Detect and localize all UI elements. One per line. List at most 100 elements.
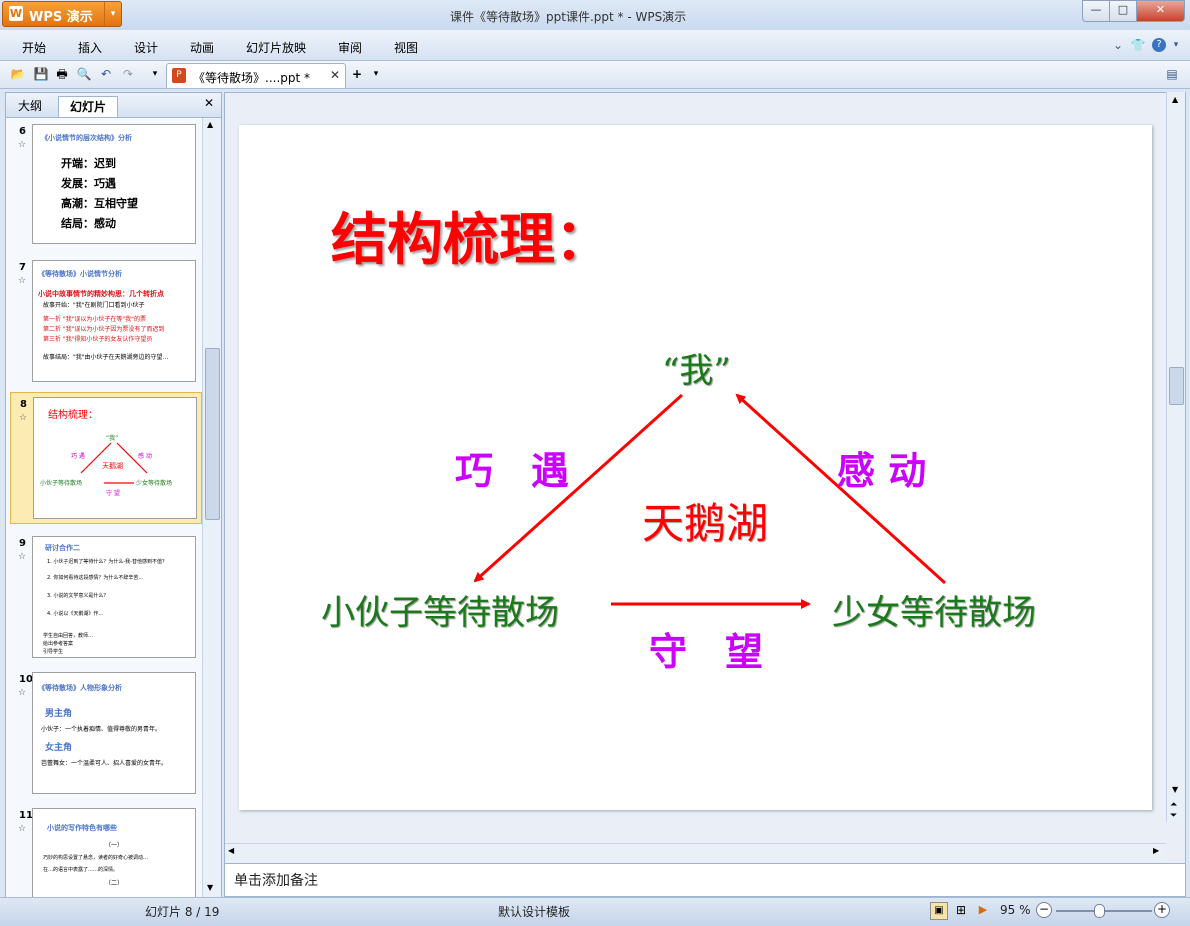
menu-view[interactable]: 视图: [394, 39, 418, 56]
menu-slideshow[interactable]: 幻灯片放映: [246, 39, 306, 56]
zoom-slider-thumb[interactable]: [1094, 904, 1105, 918]
document-tab[interactable]: P 《等待散场》....ppt * ✕: [166, 63, 346, 88]
thumbnail-preview: 结构梳理： “我” 巧 遇 感 动 天鹅湖 小伙子等待散场 少女等待散场 守 望: [33, 397, 197, 519]
skin-icon[interactable]: 👕: [1130, 37, 1146, 53]
slide-thumbnail[interactable]: 9 ☆ 研讨合作二 1. 小伙子迟到了等待什么？为什么-我-替他感到不值？ 2.…: [6, 532, 202, 658]
edge-label-encounter[interactable]: 巧 遇: [455, 440, 569, 495]
slide-thumbnail-selected[interactable]: 8 ☆ 结构梳理： “我” 巧 遇 感 动 天鹅湖 小伙子等待散场 少女等待散场…: [10, 392, 202, 524]
slide-vertical-scrollbar[interactable]: ▲ ▼ ⏶ ⏷: [1166, 92, 1185, 822]
center-label-swan-lake[interactable]: 天鹅湖: [642, 490, 768, 551]
notes-pane[interactable]: 单击添加备注: [224, 863, 1186, 897]
menu-design[interactable]: 设计: [134, 39, 158, 56]
slide-horizontal-scrollbar[interactable]: ◀ ▶: [225, 843, 1166, 861]
slide-thumbnail[interactable]: 10 ☆ 《等待散场》人物形象分析 男主角 小伙子：一个执着痴情、值得尊敬的男青…: [6, 668, 202, 794]
thumb-line: 故事结局："我"由小伙子在天鹅湖旁边的守望…: [43, 354, 169, 361]
star-icon: ☆: [18, 552, 27, 562]
minimize-button[interactable]: —: [1082, 0, 1110, 22]
close-icon[interactable]: ✕: [330, 68, 340, 82]
thumb-line: 第二折 "我"误以为小伙子因为票没有了而迟到: [43, 326, 165, 333]
thumb-line: 小说中故事情节的精妙构思：几个转折点: [38, 290, 164, 298]
star-icon: ☆: [18, 688, 27, 698]
menu-insert[interactable]: 插入: [78, 39, 102, 56]
thumb-line: 巧妙的构思设置了悬念，读者的好奇心被调动…: [43, 855, 149, 861]
open-folder-icon[interactable]: 📂: [10, 66, 26, 82]
slide-panel: 大纲 幻灯片 ✕ 6 ☆ 《小说情节的层次结构》分析 开端：迟到 发展：巧遇 高…: [5, 92, 222, 899]
zoom-in-icon[interactable]: +: [1154, 902, 1170, 918]
star-icon: ☆: [18, 276, 27, 286]
chevron-down-icon[interactable]: ▾: [147, 66, 163, 82]
notes-placeholder: 单击添加备注: [234, 873, 318, 889]
print-preview-icon[interactable]: 🔍: [76, 66, 92, 82]
node-young-woman[interactable]: 少女等待散场: [832, 585, 1036, 634]
thumb-title: 《等待散场》小说情节分析: [38, 270, 122, 278]
menu-review[interactable]: 审阅: [338, 39, 362, 56]
print-icon[interactable]: 🖶: [54, 66, 70, 82]
title-bar: W WPS 演示 ▾ 课件《等待散场》ppt课件.ppt * - WPS演示 —…: [0, 0, 1190, 30]
chevron-down-icon[interactable]: ⌄: [1110, 37, 1126, 53]
thumb-title: 《小说情节的层次结构》分析: [41, 134, 132, 142]
app-name: WPS 演示: [29, 10, 93, 25]
edge-label-moved[interactable]: 感 动: [837, 440, 926, 495]
svg-text:小伙子等待散场: 小伙子等待散场: [40, 479, 82, 487]
node-me[interactable]: “我”: [662, 343, 731, 392]
slide-thumbnail[interactable]: 6 ☆ 《小说情节的层次结构》分析 开端：迟到 发展：巧遇 高潮：互相守望 结局…: [6, 120, 202, 244]
chevron-down-icon[interactable]: ▾: [1168, 37, 1184, 53]
thumb-line: 第三折 "我"得知小伙子的女友认作守望员: [43, 336, 153, 343]
undo-icon[interactable]: ↶: [98, 66, 114, 82]
document-tab-name: 《等待散场》....ppt *: [193, 71, 311, 85]
help-icon[interactable]: ?: [1152, 38, 1166, 52]
scroll-right-icon[interactable]: ▶: [1153, 846, 1159, 855]
scroll-down-icon[interactable]: ▼: [207, 883, 213, 892]
slide-number: 6: [19, 126, 26, 137]
thumb-line: 女主角: [45, 743, 73, 753]
svg-text:天鹅湖: 天鹅湖: [102, 461, 123, 470]
wps-logo-icon: W: [9, 6, 23, 21]
thumbnail-scrollbar[interactable]: ▲ ▼: [202, 118, 221, 897]
zoom-out-icon[interactable]: −: [1036, 902, 1052, 918]
thumbnail-preview: 研讨合作二 1. 小伙子迟到了等待什么？为什么-我-替他感到不值？ 2. 你如何…: [32, 536, 196, 658]
slide-canvas[interactable]: 结构梳理： “我” 巧 遇 感 动 天鹅湖 小伙子等待散场 少女等待散场 守 望: [239, 125, 1152, 810]
scroll-down-icon[interactable]: ▼: [1172, 785, 1178, 794]
normal-view-icon[interactable]: ▣: [930, 902, 948, 920]
relationship-arrows: [473, 393, 947, 609]
slideshow-icon[interactable]: ▶: [975, 902, 991, 918]
menu-home[interactable]: 开始: [22, 39, 46, 56]
tab-outline[interactable]: 大纲: [10, 96, 50, 116]
thumb-line: 开端：迟到: [61, 157, 116, 170]
redo-icon[interactable]: ↷: [120, 66, 136, 82]
close-button[interactable]: ✕: [1136, 0, 1185, 22]
restore-pane-icon[interactable]: ▤: [1164, 66, 1180, 82]
star-icon: ☆: [18, 140, 27, 150]
wps-menu-button[interactable]: W WPS 演示 ▾: [2, 1, 122, 27]
thumb-line: 男主角: [45, 709, 73, 719]
maximize-button[interactable]: □: [1109, 0, 1137, 22]
thumb-line: 小伙子：一个执着痴情、值得尊敬的男青年。: [41, 726, 162, 733]
thumb-line: 3. 小说的文学意义是什么？: [47, 593, 109, 599]
scroll-up-icon[interactable]: ▲: [207, 120, 213, 129]
close-icon[interactable]: ✕: [204, 96, 214, 110]
window-title: 课件《等待散场》ppt课件.ppt * - WPS演示: [450, 10, 687, 24]
thumb-title: 小说的写作特色有哪些: [47, 824, 117, 832]
slide-thumbnail[interactable]: 7 ☆ 《等待散场》小说情节分析 小说中故事情节的精妙构思：几个转折点 故事开始…: [6, 256, 202, 382]
star-icon: ☆: [18, 824, 27, 834]
add-tab-icon[interactable]: +: [349, 66, 365, 82]
thumb-line: 引导学生: [43, 649, 64, 655]
chevron-down-icon[interactable]: ▾: [368, 66, 384, 82]
tab-slides[interactable]: 幻灯片: [58, 96, 118, 117]
scroll-up-icon[interactable]: ▲: [1172, 95, 1178, 104]
slide-sorter-icon[interactable]: ⊞: [953, 902, 969, 918]
menu-animation[interactable]: 动画: [190, 39, 214, 56]
save-icon[interactable]: 💾: [33, 66, 49, 82]
edge-label-watch[interactable]: 守 望: [649, 621, 763, 676]
slide-number: 11: [19, 810, 33, 821]
previous-slide-icon[interactable]: ⏶: [1170, 800, 1177, 810]
scroll-thumb[interactable]: [205, 348, 220, 520]
scroll-left-icon[interactable]: ◀: [228, 846, 234, 855]
node-young-man[interactable]: 小伙子等待散场: [321, 585, 559, 634]
slide-thumbnail[interactable]: 11 ☆ 小说的写作特色有哪些 （一） 巧妙的构思设置了悬念，读者的好奇心被调动…: [6, 804, 202, 897]
next-slide-icon[interactable]: ⏷: [1170, 811, 1177, 821]
thumb-line: （二）: [105, 880, 124, 887]
thumb-title: 研讨合作二: [45, 544, 80, 552]
star-icon: ☆: [19, 413, 28, 423]
scroll-thumb[interactable]: [1169, 367, 1184, 405]
